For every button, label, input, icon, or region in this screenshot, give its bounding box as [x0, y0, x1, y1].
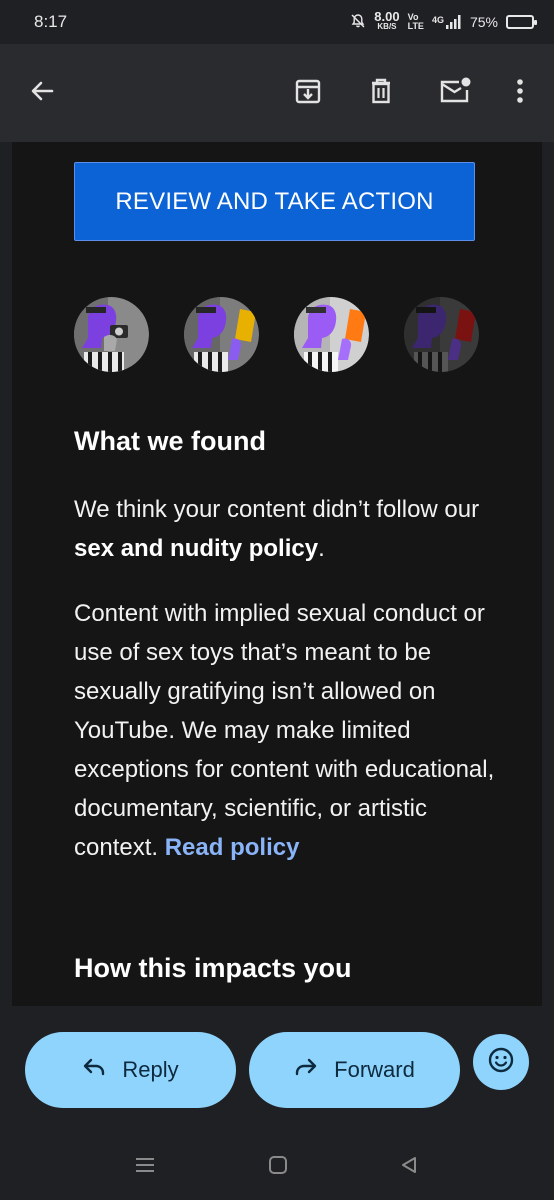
net-speed-value: 8.00 — [374, 9, 400, 24]
status-time: 8:17 — [34, 12, 68, 31]
illustration-red-card — [404, 297, 479, 372]
volte-bottom: LTE — [407, 21, 424, 31]
illustration-row — [74, 297, 479, 372]
network-type: 4G — [431, 15, 444, 25]
reply-icon — [82, 1057, 106, 1083]
found-paragraph: We think your content didn’t follow our … — [74, 490, 504, 568]
trash-icon — [367, 76, 395, 111]
status-icons: 8.00 KB/S Vo LTE 4G 75% — [350, 9, 537, 32]
mail-unread-icon — [438, 76, 472, 111]
more-options-button[interactable] — [496, 69, 544, 117]
reply-button[interactable]: Reply — [25, 1032, 236, 1108]
forward-icon — [294, 1057, 318, 1083]
policy-name: sex and nudity policy — [74, 535, 319, 562]
net-speed-unit: KB/S — [377, 22, 397, 31]
net-speed: 8.00 KB/S — [374, 9, 400, 32]
system-nav-bar — [0, 1126, 554, 1200]
found-text: We think your content didn’t follow our — [74, 496, 480, 523]
forward-label: Forward — [334, 1057, 415, 1082]
recents-button[interactable] — [130, 1152, 160, 1182]
illustration-yellow-card — [184, 297, 259, 372]
menu-lines-icon — [134, 1156, 156, 1179]
back-nav-button[interactable] — [394, 1152, 424, 1182]
emoji-reaction-button[interactable] — [473, 1034, 529, 1090]
section-title-impact: How this impacts you — [74, 953, 352, 983]
more-vert-icon — [515, 77, 525, 110]
smiley-icon — [487, 1046, 515, 1079]
review-action-button[interactable]: REVIEW AND TAKE ACTION — [74, 162, 475, 241]
illustration-camera — [74, 297, 149, 372]
mark-unread-button[interactable] — [431, 69, 479, 117]
back-triangle-icon — [399, 1155, 419, 1180]
forward-button[interactable]: Forward — [249, 1032, 460, 1108]
home-square-icon — [268, 1155, 288, 1180]
bottom-action-bar: Reply Forward — [0, 1006, 554, 1126]
arrow-left-icon — [28, 77, 56, 110]
mute-bell-icon — [350, 13, 366, 32]
archive-icon — [293, 76, 323, 111]
back-button[interactable] — [18, 69, 66, 117]
policy-text: Content with implied sexual conduct or u… — [74, 600, 495, 861]
section-title-what-we-found: What we found — [74, 426, 266, 456]
signal-icon: 4G — [432, 15, 462, 29]
read-policy-link[interactable]: Read policy — [165, 834, 300, 861]
volte-indicator: Vo LTE — [408, 13, 424, 31]
found-text-end: . — [318, 535, 325, 562]
archive-button[interactable] — [284, 69, 332, 117]
battery-percent: 75% — [469, 14, 498, 30]
status-bar: 8:17 8.00 KB/S Vo LTE 4G 75% — [0, 0, 554, 44]
policy-paragraph: Content with implied sexual conduct or u… — [74, 594, 504, 867]
illustration-orange-card — [294, 297, 369, 372]
email-toolbar — [0, 44, 554, 142]
battery-icon — [506, 15, 537, 29]
delete-button[interactable] — [357, 69, 405, 117]
email-body[interactable]: REVIEW AND TAKE ACTION What we found We … — [12, 142, 542, 1006]
reply-label: Reply — [122, 1057, 179, 1082]
home-button[interactable] — [263, 1152, 293, 1182]
